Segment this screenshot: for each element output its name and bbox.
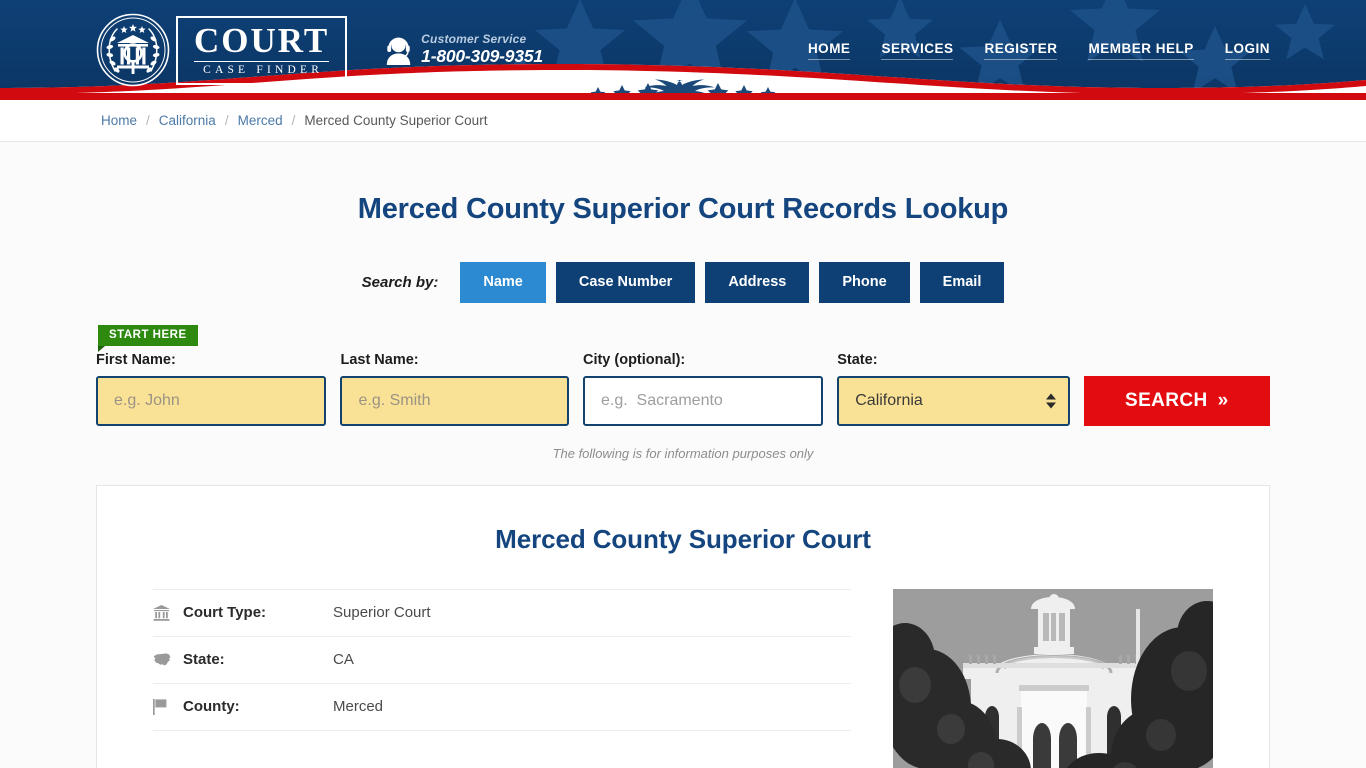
- us-map-icon: [153, 653, 183, 666]
- logo-subtitle: CASE FINDER: [203, 64, 324, 76]
- table-row-divider: [153, 729, 851, 731]
- court-details-table: Court Type: Superior Court State: CA Cou…: [153, 588, 851, 768]
- customer-service-phone[interactable]: 1-800-309-9351: [421, 46, 543, 67]
- search-form: START HERE First Name: Last Name: City (…: [96, 324, 1270, 426]
- search-button-label: SEARCH: [1125, 389, 1208, 411]
- city-field-group: City (optional):: [582, 351, 824, 426]
- disclaimer-text: The following is for information purpose…: [552, 445, 814, 461]
- breadcrumb: Home / California / Merced / Merced Coun…: [0, 100, 1366, 142]
- headset-support-icon: [386, 37, 411, 65]
- court-name-title: Merced County Superior Court: [495, 523, 871, 554]
- chevron-right-icon: »: [1217, 390, 1229, 411]
- flag-icon: [153, 698, 183, 715]
- logo-word: COURT: [194, 20, 330, 60]
- nav-item-register[interactable]: REGISTER: [984, 41, 1058, 60]
- logo-divider: [194, 60, 330, 62]
- row-label: County:: [183, 698, 240, 715]
- city-input[interactable]: [582, 375, 824, 426]
- search-by-label: Search by:: [361, 273, 439, 291]
- site-logo[interactable]: COURT CASE FINDER: [96, 13, 348, 87]
- page-title: Merced County Superior Court Records Loo…: [357, 193, 1009, 225]
- nav-item-home[interactable]: HOME: [807, 41, 851, 60]
- first-name-label: First Name:: [96, 351, 176, 368]
- city-label: City (optional):: [582, 351, 686, 368]
- courthouse-bank-icon: [153, 604, 183, 621]
- main-navigation: HOME SERVICES REGISTER MEMBER HELP LOGIN: [807, 41, 1270, 60]
- customer-service-label: Customer Service: [421, 32, 527, 47]
- breadcrumb-item-current: Merced County Superior Court: [304, 113, 488, 128]
- table-row: Court Type: Superior Court: [153, 588, 851, 636]
- site-header: COURT CASE FINDER Customer Service 1-800…: [0, 0, 1366, 100]
- courthouse-photo-image: [893, 588, 1213, 768]
- last-name-input[interactable]: [340, 375, 569, 426]
- table-row: County: Merced: [153, 682, 851, 730]
- breadcrumb-item-merced[interactable]: Merced: [238, 113, 283, 128]
- breadcrumb-separator: /: [224, 113, 229, 128]
- row-label: State:: [183, 651, 225, 668]
- tab-address[interactable]: Address: [705, 262, 810, 303]
- tab-case-number[interactable]: Case Number: [555, 262, 696, 303]
- main-content: Merced County Superior Court Records Loo…: [0, 193, 1366, 768]
- first-name-field-group: First Name:: [96, 351, 327, 426]
- start-here-badge: START HERE: [98, 324, 198, 352]
- customer-service-block: Customer Service 1-800-309-9351: [385, 33, 543, 66]
- courthouse-laurel-emblem-icon: [96, 13, 170, 87]
- search-by-tabs: Search by: Name Case Number Address Phon…: [96, 262, 1270, 303]
- breadcrumb-separator: /: [291, 113, 296, 128]
- courthouse-photo: [893, 588, 1213, 768]
- nav-item-member-help[interactable]: MEMBER HELP: [1088, 41, 1194, 60]
- row-value: Merced: [333, 698, 384, 715]
- nav-item-services[interactable]: SERVICES: [881, 41, 954, 60]
- last-name-label: Last Name:: [340, 351, 419, 368]
- tab-name[interactable]: Name: [460, 262, 546, 303]
- breadcrumb-item-home[interactable]: Home: [101, 113, 137, 128]
- state-label: State:: [837, 351, 878, 368]
- last-name-field-group: Last Name:: [340, 352, 569, 426]
- breadcrumb-item-california[interactable]: California: [159, 113, 216, 128]
- table-row: State: CA: [153, 635, 851, 683]
- tab-phone[interactable]: Phone: [819, 262, 910, 303]
- row-value: Superior Court: [333, 604, 431, 621]
- header-red-rule: [0, 93, 1366, 100]
- row-value: CA: [333, 651, 354, 668]
- court-details-card: Merced County Superior Court Court Type:…: [96, 484, 1270, 768]
- state-field-group: State: California: [837, 351, 1070, 426]
- row-label: Court Type:: [183, 604, 267, 621]
- breadcrumb-separator: /: [146, 113, 150, 128]
- search-button[interactable]: SEARCH »: [1083, 375, 1270, 426]
- tab-email[interactable]: Email: [919, 262, 1005, 303]
- nav-item-login[interactable]: LOGIN: [1224, 41, 1270, 60]
- first-name-input[interactable]: [96, 375, 327, 426]
- state-select[interactable]: California: [837, 375, 1070, 426]
